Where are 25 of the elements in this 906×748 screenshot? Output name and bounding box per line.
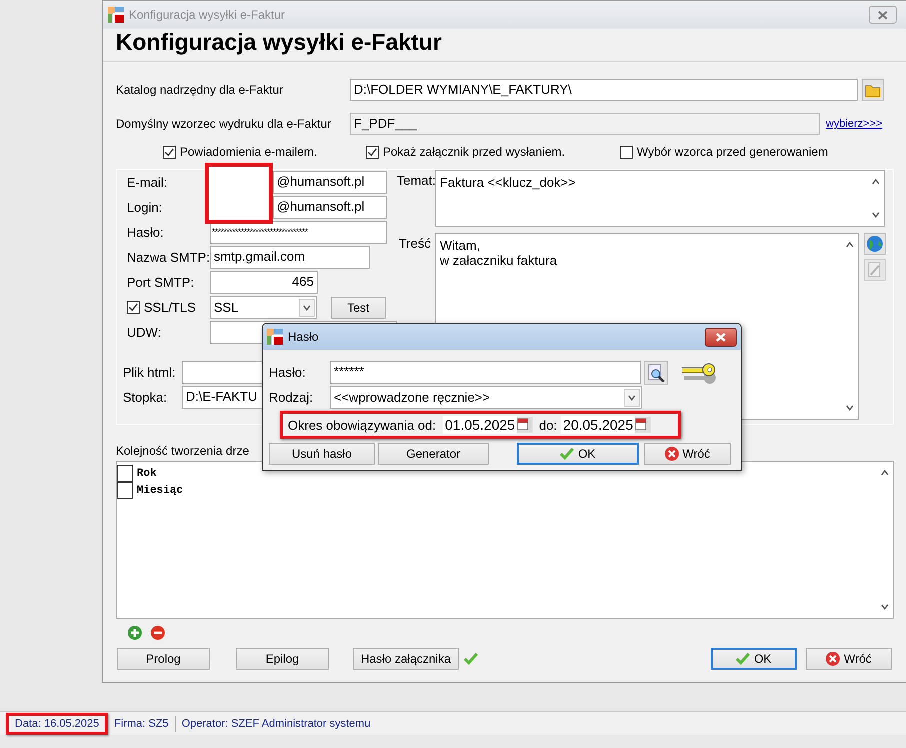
status-text: Firma: SZ5 [108,716,176,732]
field-label: UDW: [127,325,162,340]
field-label: Nazwa SMTP: [127,250,210,265]
checkbox-label: Powiadomienia e-mailem. [180,145,318,159]
field-label: Port SMTP: [127,275,196,290]
field-label: Hasło: [127,225,165,240]
checkbox-label: Wybór wzorca przed generowaniem [637,145,828,159]
field-label: Plik html: [123,365,177,380]
checkbox-label: Pokaż załącznik przed wysłaniem. [383,145,566,159]
field-label: Stopka: [123,390,168,405]
field-label: Katalog nadrzędny dla e-Faktur [116,83,284,97]
field-label: Domyślny wzorzec wydruku dla e-Faktur [116,117,332,131]
window-title: Konfiguracja wysyłki e-Faktur [129,8,286,22]
section-label: Kolejność tworzenia drze [116,444,250,459]
field-label: Okres obowiązywania od: [288,418,436,432]
field-label: Rodzaj: [269,390,314,405]
field-label: Hasło: [269,365,307,380]
field-label: Login: [127,200,164,215]
checkbox-label: SSL/TLS [144,300,196,315]
status-text: Data: 16.05.2025 [6,712,108,734]
status-text: Operator: SZEF Administrator systemu [180,716,372,732]
field-label: E-mail: [127,175,168,190]
field-label: do: [539,418,558,432]
field-label: Temat: [397,172,435,190]
dialog-title: Hasło [288,330,319,344]
